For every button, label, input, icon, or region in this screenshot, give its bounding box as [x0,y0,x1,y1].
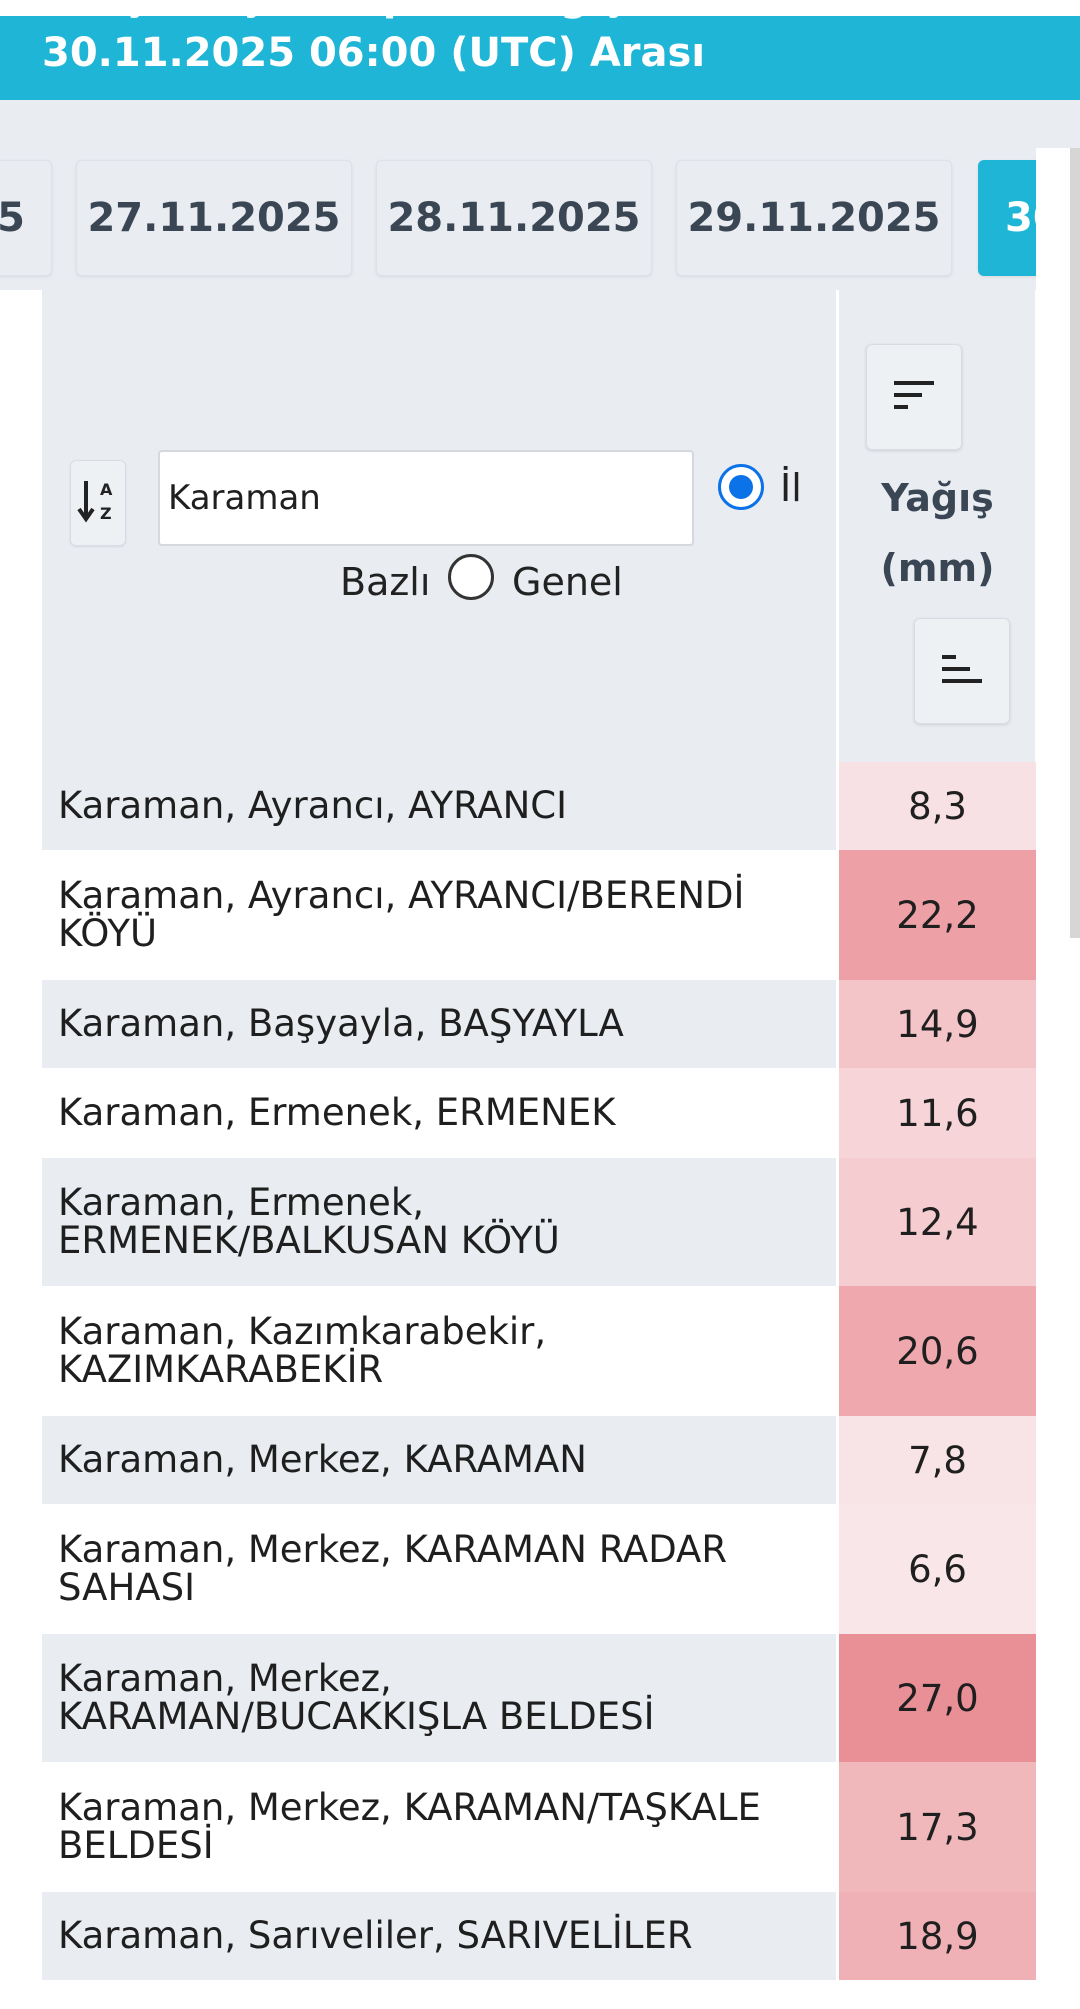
tab-date-2[interactable]: 28.11.2025 [376,160,652,276]
header-banner: Gerçekleşen Toplam Yağıştan 29.11.2025 0… [0,0,1080,100]
station-name: Karaman, Merkez, KARAMAN [42,1416,836,1504]
table-row: Karaman, Merkez, KARAMAN/BUCAKKIŞLA BELDE… [42,1634,1036,1762]
station-name: Karaman, Ermenek, ERMENEK/BALKUSAN KÖYÜ [42,1158,836,1286]
radio-il[interactable] [718,464,764,510]
station-name: Karaman, Ermenek, ERMENEK [42,1068,836,1158]
radio-genel[interactable] [448,554,494,600]
tab-date-1[interactable]: 27.11.2025 [76,160,352,276]
table-row: Karaman, Merkez, KARAMAN 7,8 [42,1416,1036,1504]
sort-ascending-icon [940,652,984,690]
rainfall-value: 8,3 [836,762,1036,850]
station-name-line: ERMENEK/BALKUSAN KÖYÜ [58,1219,560,1262]
table-row: Karaman, Merkez, KARAMAN RADAR SAHASI 6,6 [42,1504,1036,1634]
search-input[interactable] [158,450,694,546]
rainfall-value: 17,3 [836,1762,1036,1892]
station-name-line: KARAMAN/BUCAKKIŞLA BELDESİ [58,1695,655,1738]
station-name: Karaman, Merkez, KARAMAN/TAŞKALE BELDESİ [42,1762,836,1892]
rainfall-value: 14,9 [836,980,1036,1068]
sort-alpha-down-icon: A Z [76,475,120,531]
table-row: Karaman, Sarıveliler, SARIVELİLER 18,9 [42,1892,1036,1980]
station-name-line: SAHASI [58,1566,196,1609]
rainfall-value: 12,4 [836,1158,1036,1286]
scrollbar[interactable] [1070,148,1080,938]
table-row: Karaman, Başyayla, BAŞYAYLA 14,9 [42,980,1036,1068]
rainfall-value: 7,8 [836,1416,1036,1504]
station-name-line: Karaman, Merkez, KARAMAN/TAŞKALE [58,1786,761,1829]
station-name-line: KÖYÜ [58,912,158,955]
station-name: Karaman, Sarıveliler, SARIVELİLER [42,1892,836,1980]
tab-date-3[interactable]: 29.11.2025 [676,160,952,276]
station-name-line: Karaman, Merkez, [58,1657,392,1700]
station-name: Karaman, Merkez, KARAMAN RADAR SAHASI [42,1504,836,1634]
sort-asc-button[interactable] [914,618,1010,724]
station-name: Karaman, Merkez, KARAMAN/BUCAKKIŞLA BELDE… [42,1634,836,1762]
tab-date-4-active[interactable]: 30.1 [978,160,1036,276]
header-title-line2: 30.11.2025 06:00 (UTC) Arası [42,30,706,76]
sort-descending-icon [892,378,936,416]
svg-text:A: A [100,480,113,499]
station-name-line: Karaman, Kazımkarabekir, [58,1310,547,1353]
station-name-line: Karaman, Sarıveliler, SARIVELİLER [58,1914,693,1957]
tab-label: 5 [0,195,25,241]
column-divider [836,290,839,762]
svg-text:Z: Z [100,504,112,523]
radio-genel-label: Genel [512,560,623,604]
rainfall-value: 11,6 [836,1068,1036,1158]
station-name-line: BELDESİ [58,1824,214,1867]
rainfall-value: 22,2 [836,850,1036,980]
station-name-line: Karaman, Ermenek, ERMENEK [58,1091,616,1134]
station-name-line: Karaman, Merkez, KARAMAN [58,1438,587,1481]
tab-date-0[interactable]: 5 [0,160,52,276]
radio-il-label: İl [780,466,802,510]
table-row: Karaman, Ermenek, ERMENEK 11,6 [42,1068,1036,1158]
column-title-line1: Yağış [881,476,994,520]
table-row: Karaman, Kazımkarabekir, KAZIMKARABEKİR 20… [42,1286,1036,1416]
filter-panel: A Z İl Bazlı Genel Yağış (mm) [42,290,1036,762]
station-name: Karaman, Ayrancı, AYRANCI [42,762,836,850]
radio-bazli-label: Bazlı [340,560,431,604]
table-row: Karaman, Ayrancı, AYRANCI 8,3 [42,762,1036,850]
rainfall-value: 20,6 [836,1286,1036,1416]
rainfall-value: 18,9 [836,1892,1036,1980]
station-name-line: Karaman, Ermenek, [58,1181,425,1224]
station-name-line: Karaman, Ayrancı, AYRANCI [58,784,568,827]
column-title-line2: (mm) [880,546,995,590]
station-name-line: Karaman, Ayrancı, AYRANCI/BERENDİ [58,874,745,917]
rainfall-value: 6,6 [836,1504,1036,1634]
rainfall-table: Karaman, Ayrancı, AYRANCI 8,3 Karaman, Ayr… [42,762,1036,1980]
table-row: Karaman, Ermenek, ERMENEK/BALKUSAN KÖYÜ 12… [42,1158,1036,1286]
station-name-line: Karaman, Başyayla, BAŞYAYLA [58,1002,624,1045]
station-name: Karaman, Başyayla, BAŞYAYLA [42,980,836,1068]
sort-alpha-button[interactable]: A Z [70,460,126,546]
station-name-line: KAZIMKARABEKİR [58,1348,384,1391]
table-row: Karaman, Merkez, KARAMAN/TAŞKALE BELDESİ 1… [42,1762,1036,1892]
rainfall-value: 27,0 [836,1634,1036,1762]
sort-desc-button[interactable] [866,344,962,450]
station-name: Karaman, Ayrancı, AYRANCI/BERENDİ KÖYÜ [42,850,836,980]
header-spacer [0,100,1080,148]
station-name-line: Karaman, Merkez, KARAMAN RADAR [58,1528,728,1571]
header-title-line1: Gerçekleşen Toplam Yağıştan 29.11.2025 0… [42,0,1080,20]
date-tabs: 5 27.11.2025 28.11.2025 29.11.2025 30.1 [0,148,1036,290]
station-name: Karaman, Kazımkarabekir, KAZIMKARABEKİR [42,1286,836,1416]
table-row: Karaman, Ayrancı, AYRANCI/BERENDİ KÖYÜ 22,… [42,850,1036,980]
